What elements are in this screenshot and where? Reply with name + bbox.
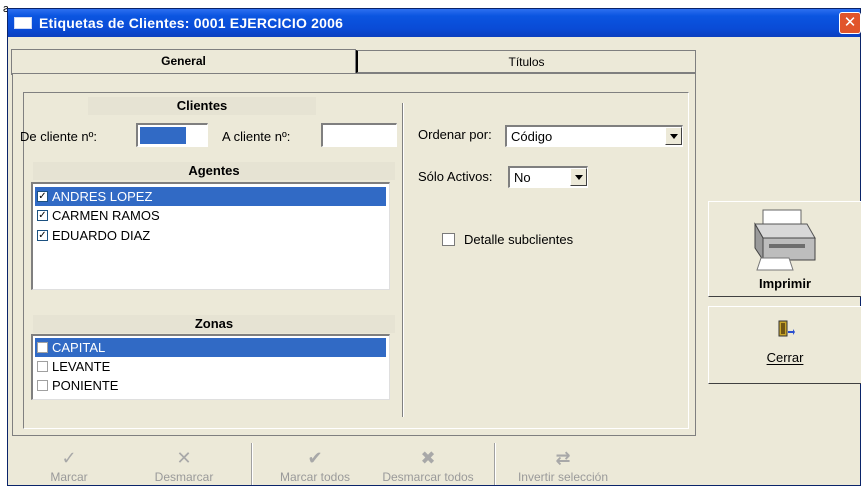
vertical-divider <box>402 103 404 417</box>
dialog-window: Etiquetas de Clientes: 0001 EJERCICIO 20… <box>7 8 861 486</box>
order-label: Ordenar por: <box>418 127 492 142</box>
active-only-label: Sólo Activos: <box>418 169 493 184</box>
list-item-zona[interactable]: LEVANTE <box>35 357 386 376</box>
x-mark-icon: ✕ <box>176 448 192 468</box>
zona-checkbox[interactable] <box>37 342 48 353</box>
agente-checkbox[interactable]: ✓ <box>37 191 48 202</box>
zona-checkbox[interactable] <box>37 380 48 391</box>
check-icon: ✓ <box>61 448 77 468</box>
clientes-header: Clientes <box>88 97 316 115</box>
window-title: Etiquetas de Clientes: 0001 EJERCICIO 20… <box>39 15 344 31</box>
print-button[interactable]: Imprimir <box>708 201 861 297</box>
mark-button[interactable]: ✓ Marcar <box>38 439 100 487</box>
list-item-zona[interactable]: CAPITAL <box>35 338 386 357</box>
tab-titulos[interactable]: Títulos <box>356 50 696 73</box>
agente-checkbox[interactable]: ✓ <box>37 230 48 241</box>
uncheck-all-icon: ✖ <box>420 448 436 468</box>
tab-general[interactable]: General <box>11 49 356 75</box>
from-client-input[interactable] <box>136 123 208 147</box>
active-only-select[interactable]: No <box>508 166 588 188</box>
zonas-list[interactable]: CAPITAL LEVANTE PONIENTE <box>31 334 390 400</box>
invert-icon: ⇄ <box>555 448 571 468</box>
zonas-header: Zonas <box>33 315 395 333</box>
list-item-agente[interactable]: ✓ ANDRES LOPEZ <box>35 187 386 206</box>
close-button-label: Cerrar <box>766 350 804 365</box>
printer-icon <box>754 209 816 271</box>
active-only-dropdown-button[interactable] <box>570 168 587 186</box>
title-bar[interactable]: Etiquetas de Clientes: 0001 EJERCICIO 20… <box>8 9 861 37</box>
mark-all-button[interactable]: ✔ Marcar todos <box>269 439 361 487</box>
active-only-value: No <box>514 170 531 185</box>
close-button[interactable]: Cerrar <box>708 306 861 384</box>
from-client-label: De cliente nº: <box>20 129 98 144</box>
chevron-down-icon <box>670 134 678 139</box>
order-select[interactable]: Código <box>505 125 683 147</box>
from-client-selection <box>140 127 186 144</box>
list-item-zona[interactable]: PONIENTE <box>35 376 386 395</box>
agente-checkbox[interactable]: ✓ <box>37 210 48 221</box>
window-icon <box>14 17 32 29</box>
detail-subclients-checkbox[interactable] <box>442 233 455 246</box>
order-dropdown-button[interactable] <box>665 127 682 145</box>
bottom-toolbar: ✓ Marcar ✕ Desmarcar ✔ Marcar todos ✖ De… <box>8 439 860 487</box>
check-all-icon: ✔ <box>307 448 323 468</box>
chevron-down-icon <box>575 175 583 180</box>
zona-checkbox[interactable] <box>37 361 48 372</box>
order-select-value: Código <box>511 129 553 144</box>
list-item-agente[interactable]: ✓ EDUARDO DIAZ <box>35 226 386 245</box>
invert-selection-button[interactable]: ⇄ Invertir selección <box>503 439 623 487</box>
to-client-label: A cliente nº: <box>222 129 291 144</box>
close-window-button[interactable]: ✕ <box>839 12 861 34</box>
agentes-list[interactable]: ✓ ANDRES LOPEZ ✓ CARMEN RAMOS ✓ EDUARDO … <box>31 182 390 290</box>
toolbar-separator <box>494 443 496 485</box>
unmark-button[interactable]: ✕ Desmarcar <box>142 439 226 487</box>
list-item-agente[interactable]: ✓ CARMEN RAMOS <box>35 206 386 225</box>
exit-door-icon <box>778 320 795 337</box>
detail-subclients-label: Detalle subclientes <box>464 232 574 247</box>
unmark-all-button[interactable]: ✖ Desmarcar todos <box>367 439 489 487</box>
to-client-input[interactable] <box>321 123 397 147</box>
toolbar-separator <box>251 443 253 485</box>
print-button-label: Imprimir <box>758 276 811 291</box>
agentes-header: Agentes <box>33 162 395 180</box>
